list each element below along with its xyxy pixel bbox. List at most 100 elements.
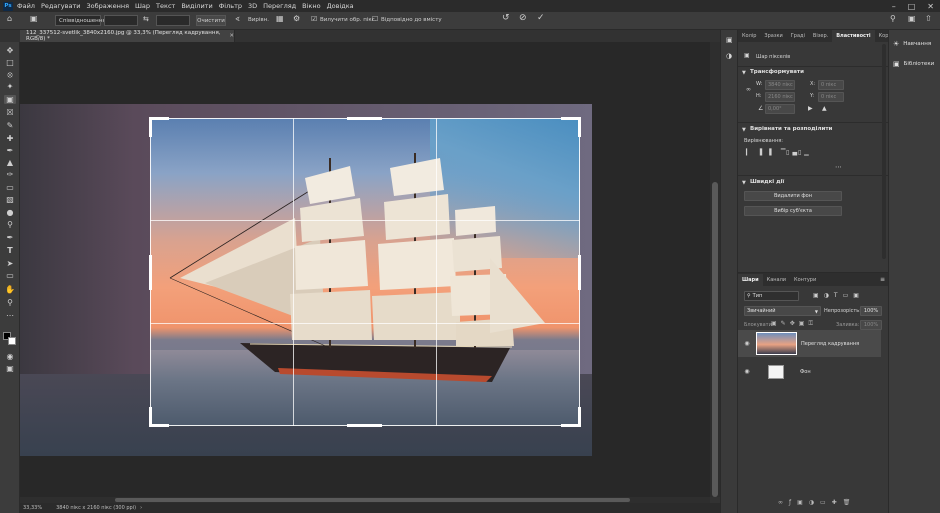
lock-icons[interactable]: ▣✎✥▣⚿	[771, 320, 817, 328]
crop-handle-bottom-left[interactable]	[149, 424, 169, 427]
properties-scrollbar[interactable]	[882, 44, 886, 259]
chevron-down-icon[interactable]: ▼	[742, 70, 746, 76]
search-icon[interactable]: ⚲	[890, 14, 896, 23]
straighten-icon[interactable]: ∢	[235, 16, 240, 23]
layer-name[interactable]: Перегляд кадрування	[801, 341, 859, 347]
maximize-icon[interactable]: □	[908, 2, 916, 11]
height-input[interactable]	[156, 15, 190, 26]
ratio-select[interactable]: Співвідношення▼	[55, 15, 112, 26]
share-icon[interactable]: ⇧	[925, 14, 932, 23]
menu-window[interactable]: Вікно	[302, 2, 320, 10]
layer-row[interactable]: ◉ Фон	[738, 358, 881, 385]
type-tool-icon[interactable]: T	[4, 246, 16, 255]
tab-properties[interactable]: Властивості	[832, 30, 875, 42]
delete-cropped-checkbox[interactable]: ☑	[311, 15, 317, 23]
crop-handle-top-right[interactable]	[578, 117, 581, 137]
tab-color[interactable]: Колір	[738, 30, 760, 42]
adjustments-icon[interactable]: ◑	[726, 52, 732, 60]
menu-filter[interactable]: Фільтр	[219, 2, 242, 10]
chevron-down-icon[interactable]: ▼	[742, 127, 746, 133]
horizontal-scroll-thumb[interactable]	[115, 498, 630, 502]
clear-button[interactable]: Очистити	[196, 15, 226, 26]
gear-icon[interactable]: ⚙	[293, 14, 300, 23]
pen-tool-icon[interactable]: ✒	[4, 233, 16, 242]
stamp-tool-icon[interactable]: ▲	[4, 158, 16, 167]
tab-gradients[interactable]: Граді	[787, 30, 809, 42]
magic-wand-tool-icon[interactable]: ✦	[4, 82, 16, 91]
crop-handle-top[interactable]	[347, 117, 382, 120]
blur-tool-icon[interactable]: ●	[4, 208, 16, 217]
tab-channels[interactable]: Канали	[763, 274, 790, 286]
flip-horizontal-icon[interactable]: ▶	[808, 105, 813, 112]
background-color-swatch[interactable]	[8, 337, 16, 345]
gradient-tool-icon[interactable]: ▧	[4, 195, 16, 204]
crop-handle-bottom-left[interactable]	[149, 407, 152, 427]
tab-swatches[interactable]: Зразки	[760, 30, 786, 42]
fill-field[interactable]: 100%	[860, 320, 882, 330]
crop-handle-left[interactable]	[149, 255, 152, 290]
straighten-label[interactable]: Вирівн.	[248, 17, 269, 23]
height-field[interactable]: 2160 пікс	[765, 92, 795, 102]
history-brush-tool-icon[interactable]: ✑	[4, 170, 16, 179]
menu-layer[interactable]: Шар	[135, 2, 150, 10]
angle-field[interactable]: 0,00°	[765, 104, 795, 114]
panel-menu-icon[interactable]: ≡	[880, 276, 885, 283]
layer-row[interactable]: ◉ Перегляд кадрування	[738, 330, 881, 357]
crop-tool-icon[interactable]: ▣	[4, 95, 16, 104]
opacity-field[interactable]: 100%	[860, 306, 882, 316]
minimize-icon[interactable]: –	[892, 2, 896, 11]
zoom-tool-icon[interactable]: ⚲	[4, 298, 16, 307]
crop-handle-right[interactable]	[578, 255, 581, 290]
select-subject-button[interactable]: Вибір суб'єкта	[744, 206, 842, 216]
link-icon[interactable]: ∞	[746, 86, 751, 93]
crop-handle-bottom[interactable]	[347, 424, 382, 427]
healing-tool-icon[interactable]: ✚	[4, 134, 16, 143]
more-options-icon[interactable]: ⋯	[835, 163, 842, 171]
path-selection-tool-icon[interactable]: ➤	[4, 259, 16, 268]
menu-view[interactable]: Перегляд	[263, 2, 296, 10]
close-tab-icon[interactable]: ✕	[229, 33, 234, 39]
brush-tool-icon[interactable]: ✒	[4, 146, 16, 155]
eye-icon[interactable]: ◉	[742, 368, 752, 375]
vertical-scrollbar[interactable]	[710, 42, 720, 497]
crop-handle-top-left[interactable]	[149, 117, 169, 120]
layer-filter-icons[interactable]: ▣◑T▭▣	[813, 292, 864, 299]
align-buttons[interactable]: ▎▐▌▔▄▁	[746, 149, 816, 156]
overlay-grid-icon[interactable]: ▦	[276, 14, 284, 23]
crop-handle-bottom-right[interactable]	[578, 407, 581, 427]
hand-tool-icon[interactable]: ✋	[4, 285, 16, 294]
chevron-right-icon[interactable]: ›	[140, 505, 142, 511]
vertical-scroll-thumb[interactable]	[712, 182, 718, 497]
commit-icon[interactable]: ✓	[537, 13, 545, 23]
swap-icon[interactable]: ⇆	[143, 15, 149, 23]
reset-icon[interactable]: ↺	[502, 13, 510, 23]
width-field[interactable]: 3840 пікс	[765, 80, 795, 90]
y-field[interactable]: 0 пікс	[818, 92, 844, 102]
tab-layers[interactable]: Шари	[738, 273, 763, 286]
more-tools-icon[interactable]: ⋯	[4, 311, 16, 320]
learn-button[interactable]: ☀ Навчання	[893, 40, 931, 48]
workspace-icon[interactable]: ▣	[908, 14, 916, 23]
dodge-tool-icon[interactable]: ⚲	[4, 220, 16, 229]
cancel-icon[interactable]: ⊘	[519, 13, 527, 23]
move-tool-icon[interactable]: ✥	[4, 46, 16, 55]
align-center-icon[interactable]: ▯	[786, 149, 789, 156]
crop-tool-icon[interactable]: ▣	[30, 14, 38, 23]
width-input[interactable]	[104, 15, 138, 26]
home-icon[interactable]: ⌂	[7, 14, 12, 23]
menu-image[interactable]: Зображення	[86, 2, 129, 10]
eraser-tool-icon[interactable]: ▭	[4, 183, 16, 192]
crop-handle-top-left[interactable]	[149, 117, 152, 137]
zoom-level[interactable]: 33,33%	[23, 505, 42, 511]
remove-background-button[interactable]: Видалити фон	[744, 191, 842, 201]
lasso-tool-icon[interactable]: ⦻	[4, 70, 16, 79]
menu-type[interactable]: Текст	[156, 2, 175, 10]
menu-3d[interactable]: 3D	[248, 2, 257, 10]
content-aware-checkbox[interactable]: ☐	[372, 15, 378, 23]
flip-vertical-icon[interactable]: ▲	[822, 105, 827, 112]
frame-tool-icon[interactable]: ☒	[4, 108, 16, 117]
eyedropper-tool-icon[interactable]: ✎	[4, 121, 16, 130]
chevron-down-icon[interactable]: ▼	[742, 180, 746, 186]
photoshop-logo[interactable]: Ps	[3, 1, 13, 11]
quick-mask-icon[interactable]: ◉	[4, 352, 16, 361]
